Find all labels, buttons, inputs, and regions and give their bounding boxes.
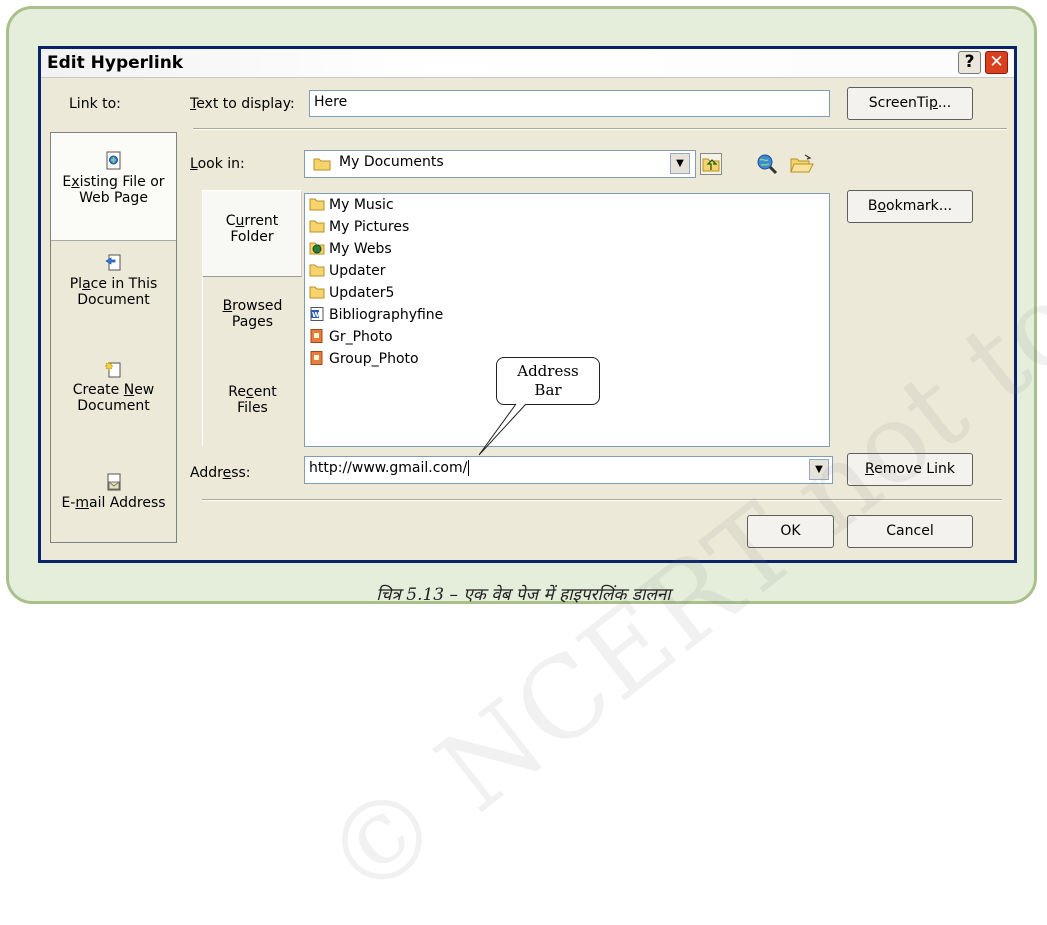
browse-web-icon xyxy=(757,154,778,175)
text-to-display-label: Text to display: xyxy=(190,96,295,112)
list-item[interactable]: Updater5 xyxy=(309,283,394,303)
folder-icon xyxy=(309,264,325,277)
sidebar-label-existing-file: Existing File or Web Page xyxy=(62,174,165,206)
list-item[interactable]: Gr_Photo xyxy=(309,327,393,347)
email-icon xyxy=(107,473,120,491)
figure-caption: चित्र 5.13 – एक वेब पेज में हाइपरलिंक डा… xyxy=(376,585,671,605)
list-item[interactable]: My Pictures xyxy=(309,217,409,237)
title-bar: Edit Hyperlink ? ✕ xyxy=(41,49,1014,78)
link-to-label: Link to: xyxy=(69,96,121,112)
separator-bottom xyxy=(202,499,1002,501)
list-item[interactable]: Updater xyxy=(309,261,385,281)
address-input[interactable]: http://www.gmail.com/ ▼ xyxy=(304,456,833,484)
place-in-document-icon xyxy=(104,254,120,271)
chevron-down-icon[interactable]: ▼ xyxy=(809,459,829,480)
callout-pointer xyxy=(478,403,527,456)
close-button[interactable]: ✕ xyxy=(985,51,1008,74)
folder-icon xyxy=(309,286,325,299)
sidebar-item-place-in-document[interactable]: Place in This Document xyxy=(51,253,176,308)
list-item[interactable]: Group_Photo xyxy=(309,349,419,369)
sidebar-label-email-address: E-mail Address xyxy=(61,495,166,511)
tab-current-folder[interactable]: Current Folder xyxy=(203,191,302,277)
list-item[interactable]: W Bibliographyfine xyxy=(309,305,443,325)
sidebar-item-email-address[interactable]: E-mail Address xyxy=(51,472,176,511)
web-folder-icon xyxy=(309,242,325,255)
address-value: http://www.gmail.com/ xyxy=(309,460,468,476)
look-in-dropdown[interactable]: My Documents ▼ xyxy=(304,150,696,178)
screentip-button[interactable]: ScreenTip... xyxy=(847,87,973,120)
remove-link-button[interactable]: Remove Link xyxy=(847,453,973,486)
sidebar-item-create-new-document[interactable]: Create New Document xyxy=(51,359,176,414)
text-cursor xyxy=(468,460,470,476)
sidebar-item-existing-file[interactable]: Existing File or Web Page xyxy=(51,133,176,241)
tab-browsed-pages[interactable]: Browsed Pages xyxy=(203,298,302,330)
look-in-label: Look in: xyxy=(190,156,245,172)
cancel-button[interactable]: Cancel xyxy=(847,515,973,548)
edit-hyperlink-dialog: Edit Hyperlink ? ✕ Link to: Existing Fil… xyxy=(38,46,1017,563)
tab-recent-files[interactable]: Recent Files xyxy=(203,384,302,416)
sidebar-label-create-new-document: Create New Document xyxy=(72,382,155,414)
separator-top xyxy=(193,128,1007,130)
new-document-icon xyxy=(103,361,120,378)
browse-file-button[interactable] xyxy=(789,152,815,176)
sidebar-label-place-in-document: Place in This Document xyxy=(69,276,158,308)
dialog-title: Edit Hyperlink xyxy=(47,53,184,73)
open-folder-icon xyxy=(790,154,814,173)
folder-icon xyxy=(313,158,331,171)
folder-icon xyxy=(309,220,325,233)
up-folder-icon xyxy=(702,158,720,172)
help-button[interactable]: ? xyxy=(958,51,981,74)
chevron-down-icon[interactable]: ▼ xyxy=(670,153,690,174)
existing-file-icon xyxy=(106,151,120,170)
up-one-folder-button[interactable] xyxy=(700,153,722,175)
svg-text:W: W xyxy=(312,311,320,319)
text-to-display-input[interactable]: Here xyxy=(309,90,830,117)
browse-web-button[interactable] xyxy=(755,152,779,176)
photo-file-icon xyxy=(310,329,323,343)
address-label: Address: xyxy=(190,465,251,481)
ok-button[interactable]: OK xyxy=(747,515,834,548)
folder-view-tabs: Current Folder Browsed Pages Recent Files xyxy=(202,190,302,446)
word-document-icon: W xyxy=(310,307,324,321)
photo-file-icon xyxy=(310,351,323,365)
list-item[interactable]: My Music xyxy=(309,195,394,215)
link-to-sidebar: Existing File or Web Page Place in This Do… xyxy=(50,132,177,543)
list-item[interactable]: My Webs xyxy=(309,239,392,259)
folder-icon xyxy=(309,198,325,211)
look-in-value: My Documents xyxy=(339,154,444,170)
file-list[interactable]: My Music My Pictures My Webs Updater Upd… xyxy=(304,193,830,447)
address-bar-callout: Address Bar xyxy=(496,357,600,405)
bookmark-button[interactable]: Bookmark... xyxy=(847,190,973,223)
